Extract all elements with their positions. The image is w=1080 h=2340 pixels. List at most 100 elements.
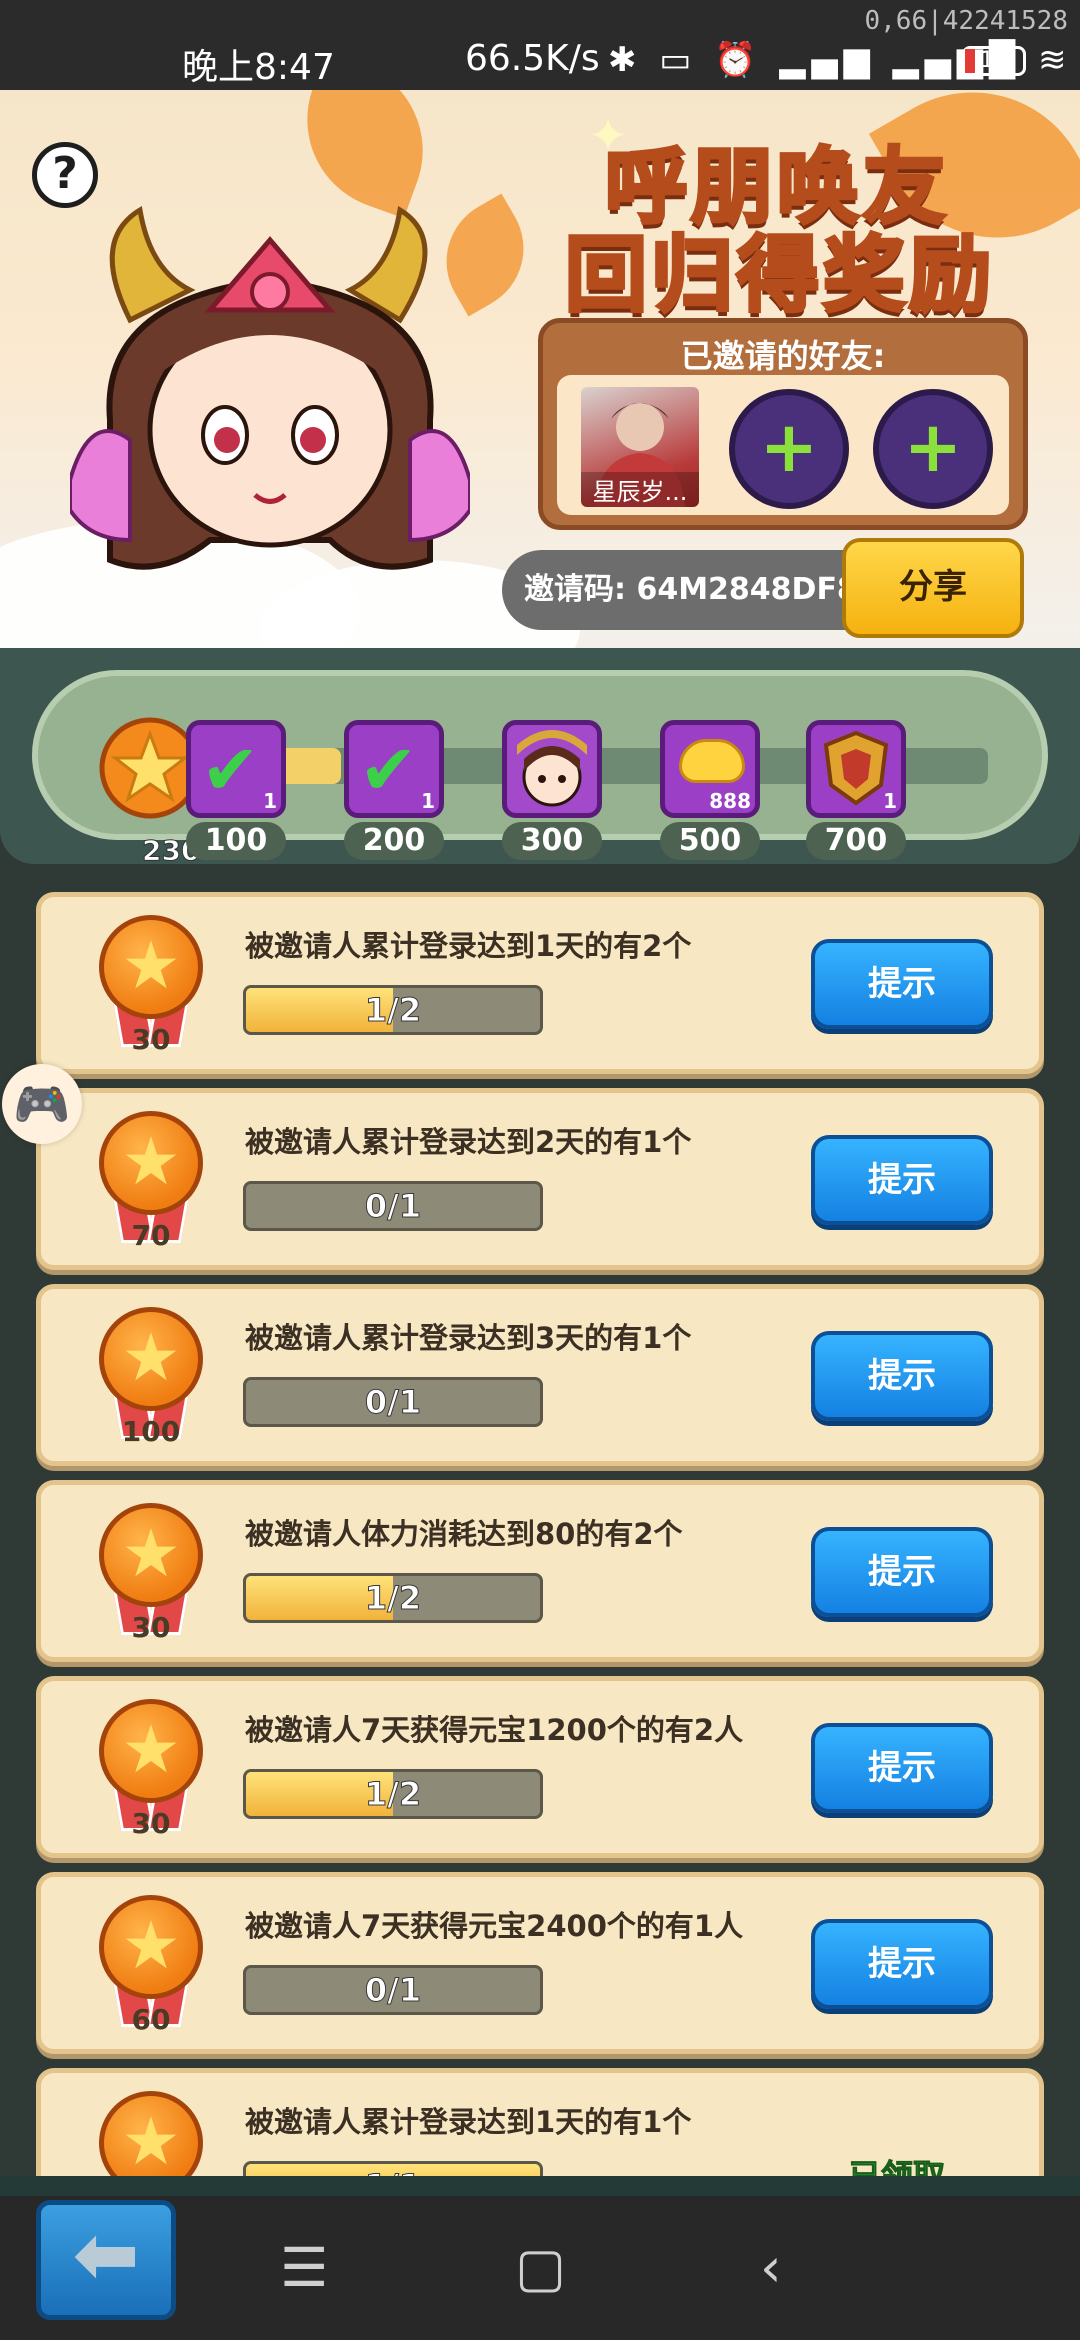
task-progress-text: 1/2 xyxy=(364,1775,422,1814)
hint-button[interactable]: 提示 xyxy=(811,939,993,1029)
task-progress-bar: 1/1 xyxy=(243,2161,543,2176)
task-progress-bar: 0/1 xyxy=(243,1181,543,1231)
milestone-reward-700[interactable]: 1 xyxy=(806,720,906,818)
invite-code: 邀请码: 64M2848DF8 xyxy=(502,550,862,630)
invited-friends-title: 已邀请的好友: xyxy=(680,337,886,375)
task-description: 被邀请人累计登录达到3天的有1个 xyxy=(245,1321,692,1355)
hero-face-icon xyxy=(517,730,587,807)
back-icon[interactable]: ‹ xyxy=(760,2236,782,2299)
task-progress-text: 0/1 xyxy=(364,1383,422,1422)
reward-points: 60 xyxy=(131,2003,171,2036)
star-icon: ★ xyxy=(121,1123,181,1200)
status-bar: 0,66|42241528 晚上8:47 66.5K/s ✱ ▭ ⏰ ▂▄▆ ▂… xyxy=(0,0,1080,90)
task-progress-text: 0/1 xyxy=(364,1971,422,2010)
task-row: ★ 30 被邀请人体力消耗达到80的有2个 1/2 提示 xyxy=(36,1480,1044,1662)
star-medal-icon: ★ xyxy=(99,2091,203,2176)
reward-medal: ★ 60 xyxy=(99,1895,203,2036)
reward-points: 70 xyxy=(131,1219,171,1252)
task-progress-bar: 1/2 xyxy=(243,1769,543,1819)
reward-medal: ★ 70 xyxy=(99,1111,203,1252)
debug-overlay: 0,66|42241528 xyxy=(864,6,1069,36)
task-description: 被邀请人7天获得元宝2400个的有1人 xyxy=(245,1909,744,1943)
milestone-label: 200 xyxy=(344,822,444,860)
hint-button[interactable]: 提示 xyxy=(811,1135,993,1225)
reward-points: 30 xyxy=(131,1807,171,1840)
gamepad-float-icon[interactable]: 🎮 xyxy=(2,1064,82,1144)
check-icon: ✔ xyxy=(359,729,418,811)
star-icon: ★ xyxy=(121,1711,181,1788)
milestone-reward-500[interactable]: 888 xyxy=(660,720,760,818)
star-medal-icon: ★ xyxy=(99,1699,203,1803)
reward-points: 30 xyxy=(131,1611,171,1644)
reward-count: 1 xyxy=(883,789,897,813)
add-friend-button[interactable]: + xyxy=(729,389,849,509)
star-icon: ★ xyxy=(121,1907,181,1984)
reward-points: 100 xyxy=(121,1415,181,1448)
reward-medal: ★ 30 xyxy=(99,1503,203,1644)
task-progress-text: 1/1 xyxy=(246,2164,540,2177)
hint-button[interactable]: 提示 xyxy=(811,1723,993,1813)
invited-friends-panel: 已邀请的好友: 星辰岁... + + xyxy=(538,318,1028,530)
points-progress-track: 230 ✔ 1 100 ✔ 1 200 300 888 500 1 700 xyxy=(32,670,1048,868)
task-row: ★ 30 被邀请人累计登录达到1天的有2个 1/2 提示 xyxy=(36,892,1044,1074)
network-speed: 66.5K/s xyxy=(465,38,600,79)
star-medal-icon: ★ xyxy=(99,915,203,1019)
plus-icon: + xyxy=(759,406,819,488)
milestone-reward-300[interactable] xyxy=(502,720,602,818)
share-button[interactable]: 分享 xyxy=(842,538,1024,638)
home-icon[interactable]: ▢ xyxy=(515,2236,566,2299)
add-friend-button[interactable]: + xyxy=(873,389,993,509)
star-medal-icon: ★ xyxy=(99,1111,203,1215)
star-icon: ★ xyxy=(121,1319,181,1396)
gold-ingot-icon xyxy=(679,739,745,783)
task-progress-text: 1/2 xyxy=(364,1579,422,1618)
reward-count: 1 xyxy=(263,789,277,813)
star-medal-icon: ★ xyxy=(99,1503,203,1607)
task-description: 被邀请人7天获得元宝1200个的有2人 xyxy=(245,1713,744,1747)
menu-icon[interactable]: ☰ xyxy=(280,2236,328,2299)
reward-medal: ★ 30 xyxy=(99,915,203,1056)
event-title-line2: 回归得奖励 xyxy=(563,226,996,325)
reward-count: 888 xyxy=(709,789,751,813)
task-progress-bar: 1/2 xyxy=(243,985,543,1035)
task-progress-bar: 0/1 xyxy=(243,1965,543,2015)
claimed-status: 已领取 xyxy=(848,2157,946,2177)
star-icon: ★ xyxy=(121,1515,181,1592)
task-description: 被邀请人累计登录达到2天的有1个 xyxy=(245,1125,692,1159)
milestone-reward-100[interactable]: ✔ 1 xyxy=(186,720,286,818)
task-description: 被邀请人体力消耗达到80的有2个 xyxy=(245,1517,683,1551)
star-icon: ★ xyxy=(121,927,181,1004)
milestone-label: 100 xyxy=(186,822,286,860)
clock: 晚上8:47 xyxy=(182,47,335,88)
task-list[interactable]: ★ 30 被邀请人累计登录达到1天的有2个 1/2 提示 ★ 70 被邀请人累计… xyxy=(0,880,1080,2176)
task-progress-bar: 0/1 xyxy=(243,1377,543,1427)
hint-button[interactable]: 提示 xyxy=(811,1331,993,1421)
invited-friends-slots: 星辰岁... + + xyxy=(557,375,1009,515)
task-description: 被邀请人累计登录达到1天的有1个 xyxy=(245,2105,692,2139)
task-row: ★ 100 被邀请人累计登录达到3天的有1个 0/1 提示 xyxy=(36,1284,1044,1466)
milestone-reward-200[interactable]: ✔ 1 xyxy=(344,720,444,818)
reward-points: 30 xyxy=(131,1023,171,1056)
reward-medal: ★ xyxy=(99,2091,203,2176)
reward-medal: ★ 100 xyxy=(99,1307,203,1448)
star-medal-icon: ★ xyxy=(99,1895,203,1999)
task-row: ★ 70 被邀请人累计登录达到2天的有1个 0/1 提示 xyxy=(36,1088,1044,1270)
friend-avatar[interactable]: 星辰岁... xyxy=(581,387,699,507)
task-row: ★ 被邀请人累计登录达到1天的有1个 1/1 已领取 xyxy=(36,2068,1044,2176)
task-progress-text: 0/1 xyxy=(364,1187,422,1226)
task-row: ★ 30 被邀请人7天获得元宝1200个的有2人 1/2 提示 xyxy=(36,1676,1044,1858)
battery-icon: 18 xyxy=(962,46,1026,76)
friend-name: 星辰岁... xyxy=(581,472,699,507)
milestone-label: 700 xyxy=(806,822,906,860)
reward-medal: ★ 30 xyxy=(99,1699,203,1840)
milestone-label: 500 xyxy=(660,822,760,860)
star-medal-icon: ★ xyxy=(99,1307,203,1411)
hint-button[interactable]: 提示 xyxy=(811,1919,993,2009)
back-arrow-button[interactable]: ⬅ xyxy=(36,2200,176,2320)
hint-button[interactable]: 提示 xyxy=(811,1527,993,1617)
reward-count: 1 xyxy=(421,789,435,813)
task-progress-text: 1/2 xyxy=(364,991,422,1030)
star-icon: ★ xyxy=(121,2103,181,2176)
task-row: ★ 60 被邀请人7天获得元宝2400个的有1人 0/1 提示 xyxy=(36,1872,1044,2054)
task-description: 被邀请人累计登录达到1天的有2个 xyxy=(245,929,692,963)
